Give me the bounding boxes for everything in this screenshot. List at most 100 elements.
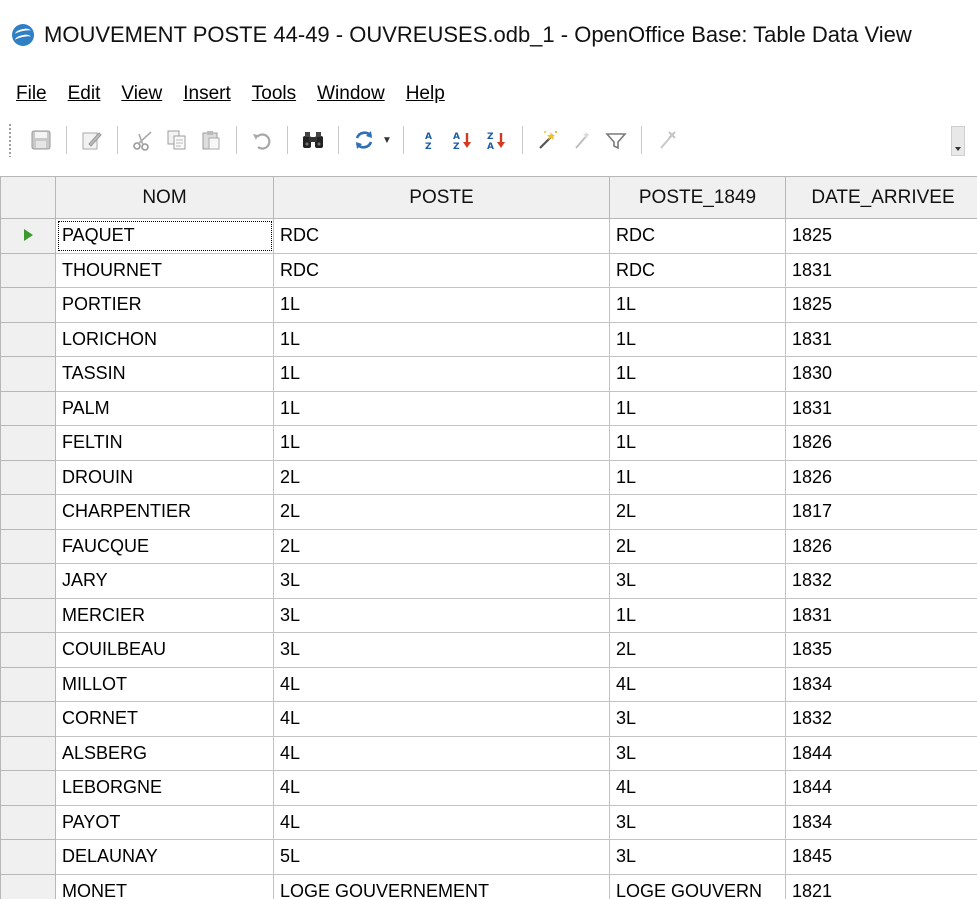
- table-row[interactable]: DROUIN 2L 1L 1826: [0, 459, 977, 495]
- copy-button[interactable]: [163, 126, 191, 154]
- cell-poste[interactable]: 2L: [273, 528, 610, 564]
- paste-button[interactable]: [197, 126, 225, 154]
- cell-nom[interactable]: COUILBEAU: [55, 632, 274, 668]
- table-row[interactable]: COUILBEAU 3L 2L 1835: [0, 632, 977, 668]
- cell-nom[interactable]: FAUCQUE: [55, 528, 274, 564]
- table-row[interactable]: FELTIN 1L 1L 1826: [0, 425, 977, 461]
- cell-nom[interactable]: TASSIN: [55, 356, 274, 392]
- row-header[interactable]: [0, 528, 56, 564]
- save-button[interactable]: [27, 126, 55, 154]
- cell-poste[interactable]: 1L: [273, 390, 610, 426]
- cell-poste[interactable]: 4L: [273, 701, 610, 737]
- row-header[interactable]: [0, 563, 56, 599]
- row-header[interactable]: [0, 666, 56, 702]
- cell-date-arrivee[interactable]: 1831: [785, 390, 977, 426]
- table-row[interactable]: LORICHON 1L 1L 1831: [0, 321, 977, 357]
- table-row[interactable]: FAUCQUE 2L 2L 1826: [0, 528, 977, 564]
- menu-tools[interactable]: Tools: [252, 83, 296, 105]
- sort-ascending-button[interactable]: AZ: [449, 126, 477, 154]
- row-header[interactable]: [0, 701, 56, 737]
- cell-poste[interactable]: 4L: [273, 804, 610, 840]
- cell-date-arrivee[interactable]: 1826: [785, 459, 977, 495]
- cell-poste[interactable]: 3L: [273, 632, 610, 668]
- cell-date-arrivee[interactable]: 1825: [785, 287, 977, 323]
- remove-filter-button[interactable]: [653, 126, 681, 154]
- cell-nom[interactable]: MERCIER: [55, 597, 274, 633]
- column-header-poste[interactable]: POSTE: [273, 176, 610, 219]
- sort-descending-button[interactable]: ZA: [483, 126, 511, 154]
- cell-poste[interactable]: 3L: [273, 563, 610, 599]
- row-header[interactable]: [0, 287, 56, 323]
- column-header-date-arrivee[interactable]: DATE_ARRIVEE: [785, 176, 977, 219]
- cell-poste-1849[interactable]: 3L: [609, 804, 786, 840]
- cell-date-arrivee[interactable]: 1831: [785, 597, 977, 633]
- cell-nom[interactable]: PAYOT: [55, 804, 274, 840]
- cell-date-arrivee[interactable]: 1830: [785, 356, 977, 392]
- cell-poste[interactable]: 2L: [273, 494, 610, 530]
- autofilter-button[interactable]: [534, 126, 562, 154]
- row-header[interactable]: [0, 770, 56, 806]
- cell-poste-1849[interactable]: 1L: [609, 597, 786, 633]
- cell-nom[interactable]: PALM: [55, 390, 274, 426]
- cell-poste-1849[interactable]: 3L: [609, 839, 786, 875]
- table-row[interactable]: THOURNET RDC RDC 1831: [0, 252, 977, 288]
- cell-poste[interactable]: RDC: [273, 218, 610, 254]
- cell-date-arrivee[interactable]: 1826: [785, 528, 977, 564]
- apply-filter-button[interactable]: [602, 126, 630, 154]
- cell-poste[interactable]: 1L: [273, 425, 610, 461]
- cell-poste[interactable]: 1L: [273, 356, 610, 392]
- row-header[interactable]: [0, 632, 56, 668]
- cell-poste-1849[interactable]: 2L: [609, 528, 786, 564]
- cell-nom[interactable]: PAQUET: [55, 218, 274, 254]
- table-row[interactable]: PAYOT 4L 3L 1834: [0, 804, 977, 840]
- cell-poste-1849[interactable]: 1L: [609, 390, 786, 426]
- row-header[interactable]: [0, 459, 56, 495]
- row-header[interactable]: [0, 804, 56, 840]
- cell-nom[interactable]: JARY: [55, 563, 274, 599]
- undo-button[interactable]: [248, 126, 276, 154]
- toolbar-overflow-button[interactable]: [951, 126, 965, 156]
- cell-nom[interactable]: FELTIN: [55, 425, 274, 461]
- cut-button[interactable]: [129, 126, 157, 154]
- cell-poste[interactable]: 3L: [273, 597, 610, 633]
- cell-nom[interactable]: CHARPENTIER: [55, 494, 274, 530]
- cell-nom[interactable]: DROUIN: [55, 459, 274, 495]
- row-header[interactable]: [0, 873, 56, 899]
- table-row[interactable]: PAQUET RDC RDC 1825: [0, 218, 977, 254]
- table-row[interactable]: DELAUNAY 5L 3L 1845: [0, 839, 977, 875]
- table-row[interactable]: LEBORGNE 4L 4L 1844: [0, 770, 977, 806]
- cell-date-arrivee[interactable]: 1834: [785, 666, 977, 702]
- row-header[interactable]: [0, 356, 56, 392]
- sort-button[interactable]: AZ: [415, 126, 443, 154]
- cell-date-arrivee[interactable]: 1821: [785, 873, 977, 899]
- cell-poste[interactable]: 5L: [273, 839, 610, 875]
- cell-poste-1849[interactable]: 2L: [609, 632, 786, 668]
- refresh-dropdown[interactable]: ▼: [381, 126, 393, 154]
- cell-nom[interactable]: LORICHON: [55, 321, 274, 357]
- menu-help[interactable]: Help: [406, 83, 445, 105]
- row-header[interactable]: [0, 321, 56, 357]
- cell-poste[interactable]: LOGE GOUVERNEMENT: [273, 873, 610, 899]
- cell-poste[interactable]: 4L: [273, 735, 610, 771]
- table-row[interactable]: ALSBERG 4L 3L 1844: [0, 735, 977, 771]
- cell-date-arrivee[interactable]: 1831: [785, 321, 977, 357]
- cell-nom[interactable]: ALSBERG: [55, 735, 274, 771]
- cell-poste-1849[interactable]: 3L: [609, 701, 786, 737]
- cell-date-arrivee[interactable]: 1832: [785, 563, 977, 599]
- cell-poste[interactable]: 4L: [273, 770, 610, 806]
- cell-poste[interactable]: 1L: [273, 287, 610, 323]
- table-row[interactable]: CORNET 4L 3L 1832: [0, 701, 977, 737]
- cell-poste[interactable]: RDC: [273, 252, 610, 288]
- corner-header[interactable]: [0, 176, 56, 219]
- cell-date-arrivee[interactable]: 1844: [785, 770, 977, 806]
- cell-date-arrivee[interactable]: 1817: [785, 494, 977, 530]
- row-header[interactable]: [0, 252, 56, 288]
- row-header[interactable]: [0, 390, 56, 426]
- table-row[interactable]: PALM 1L 1L 1831: [0, 390, 977, 426]
- row-header[interactable]: [0, 425, 56, 461]
- menu-edit[interactable]: Edit: [68, 83, 101, 105]
- table-row[interactable]: JARY 3L 3L 1832: [0, 563, 977, 599]
- table-row[interactable]: MERCIER 3L 1L 1831: [0, 597, 977, 633]
- table-row[interactable]: MONET LOGE GOUVERNEMENT LOGE GOUVERN 1821: [0, 873, 977, 899]
- row-header[interactable]: [0, 839, 56, 875]
